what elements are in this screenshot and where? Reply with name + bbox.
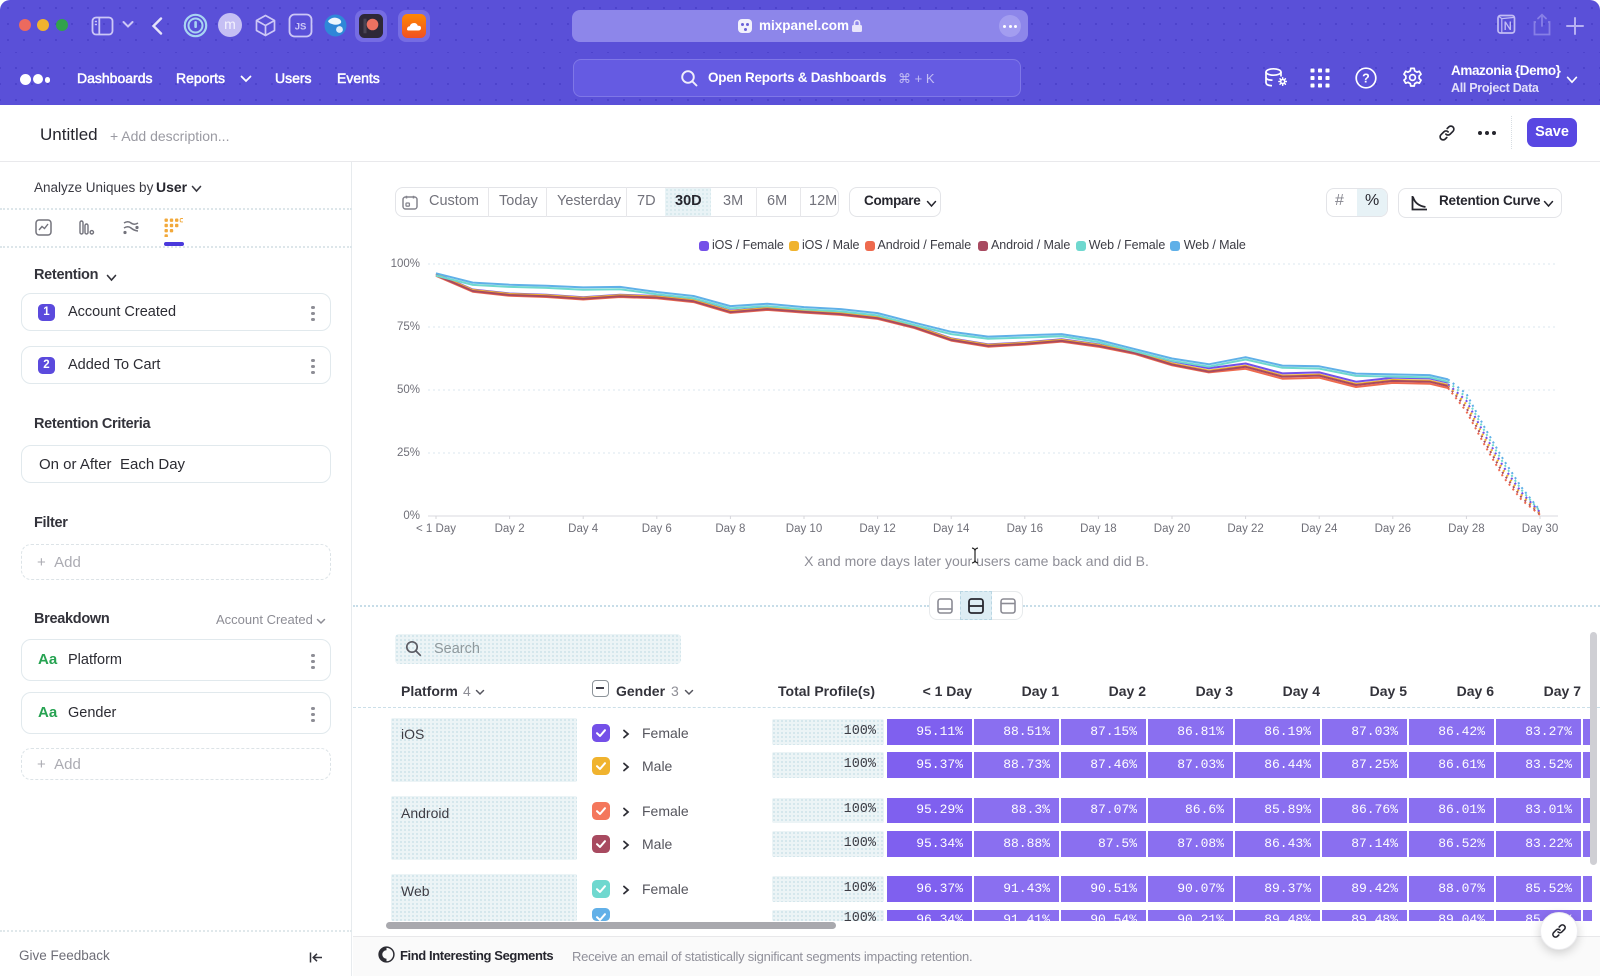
svg-text:JS: JS	[295, 22, 307, 33]
svg-text:?: ?	[1362, 72, 1370, 86]
